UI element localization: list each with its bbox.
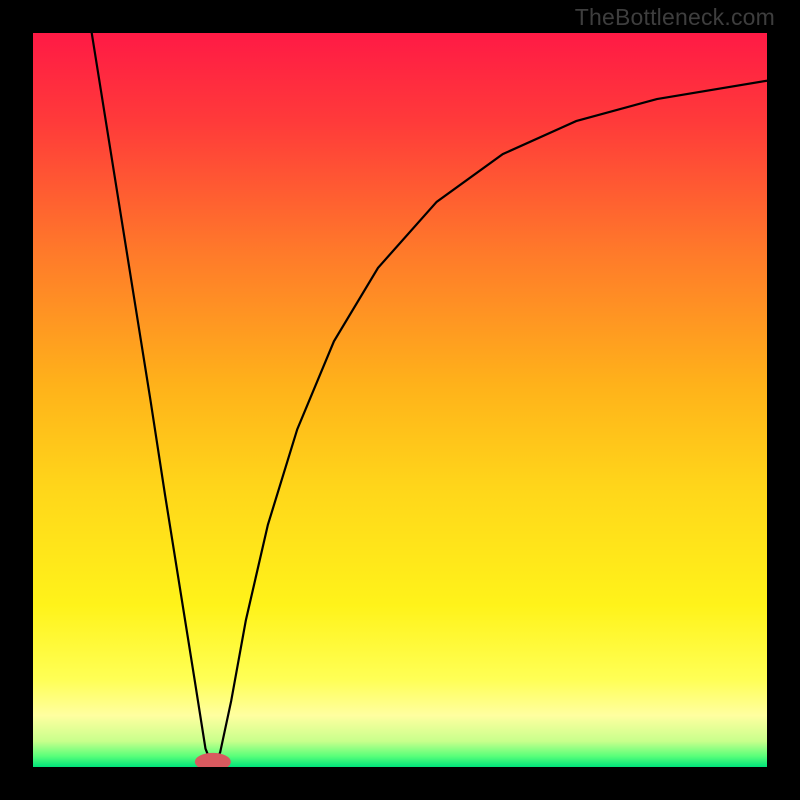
plot-background [33,33,767,767]
chart-frame: TheBottleneck.com [0,0,800,800]
watermark-text: TheBottleneck.com [575,4,775,31]
chart-svg [33,33,767,767]
